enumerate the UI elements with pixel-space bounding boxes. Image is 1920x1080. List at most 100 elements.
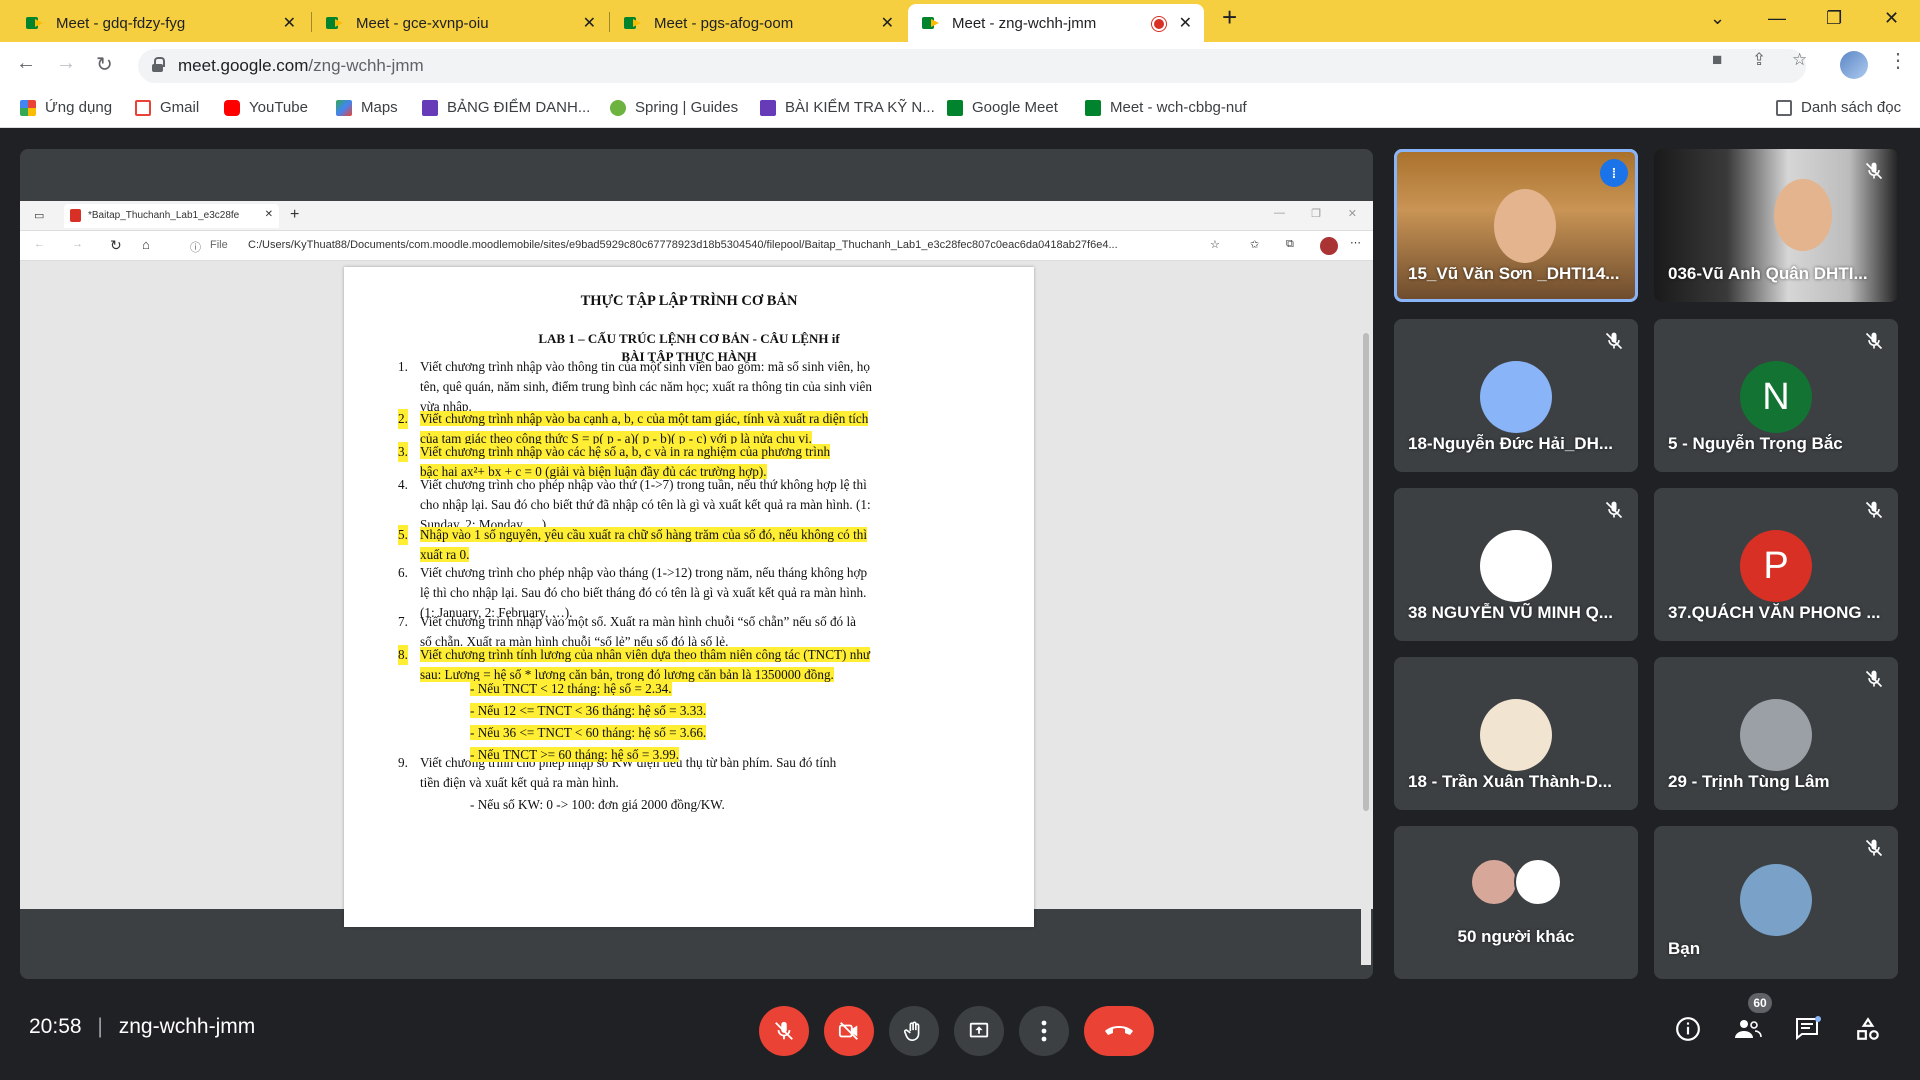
forms-icon xyxy=(422,99,438,116)
salary-rule: - Nếu TNCT < 12 tháng: hệ số = 2.34. xyxy=(470,681,672,696)
participant-name: 38 NGUYỄN VŨ MINH Q... xyxy=(1408,603,1613,622)
bookmark-star-icon[interactable]: ☆ xyxy=(1792,50,1807,70)
camera-in-use-icon[interactable]: ■ xyxy=(1712,50,1722,70)
profile-avatar[interactable] xyxy=(1840,51,1868,79)
bookmark-label: YouTube xyxy=(249,99,308,116)
participant-tile[interactable]: N 5 - Nguyễn Trọng Bắc xyxy=(1654,319,1898,472)
meet-icon xyxy=(947,99,963,116)
read-aloud-icon: ☆ xyxy=(1210,239,1220,251)
participant-tile[interactable]: 38 NGUYỄN VŨ MINH Q... xyxy=(1394,488,1638,641)
meeting-details-button[interactable] xyxy=(1673,1014,1703,1044)
bookmark-meet-wch[interactable]: Meet - wch-cbbg-nuf xyxy=(1085,99,1247,116)
exercise-number: 2. xyxy=(398,409,408,429)
shared-screen: ▭ *Baitap_Thuchanh_Lab1_e3c28fe ✕ + — ❐ … xyxy=(20,201,1373,965)
bookmark-label: Ứng dụng xyxy=(45,99,113,116)
back-icon: ← xyxy=(34,238,45,250)
microphone-off-button[interactable] xyxy=(759,1006,809,1056)
apps-icon xyxy=(20,99,36,116)
close-tab-icon[interactable]: ✕ xyxy=(1179,13,1192,33)
participant-tile[interactable]: 50 người khác xyxy=(1394,826,1638,979)
bookmark-forms-2[interactable]: BÀI KIỂM TRA KỸ N... xyxy=(760,99,935,116)
tab-search-icon[interactable]: ⌄ xyxy=(1710,8,1725,29)
participant-avatar: P xyxy=(1740,530,1812,602)
bookmark-google-meet[interactable]: Google Meet xyxy=(947,99,1058,116)
participant-avatar xyxy=(1514,858,1562,906)
participant-tile[interactable]: P 37.QUÁCH VĂN PHONG ... xyxy=(1654,488,1898,641)
file-label: File xyxy=(210,239,228,251)
exercise-line: Viết chương trình nhập vào thông tin của… xyxy=(420,359,870,374)
tab-bar: Meet - gdq-fdzy-fyg ✕ Meet - gce-xvnp-oi… xyxy=(0,0,1920,42)
browser-tab[interactable]: Meet - gce-xvnp-oiu ✕ xyxy=(312,4,608,42)
participant-avatar xyxy=(1470,858,1518,906)
participant-tile[interactable]: 036-Vũ Anh Quân DHTI... xyxy=(1654,149,1898,302)
exercise-number: 8. xyxy=(398,645,408,665)
participant-avatar xyxy=(1480,361,1552,433)
participant-name: 18 - Trần Xuân Thành-D... xyxy=(1408,772,1613,791)
salary-rule-row: - Nếu 12 <= TNCT < 36 tháng: hệ số = 3.3… xyxy=(470,701,707,721)
bookmark-label: Gmail xyxy=(160,99,200,116)
browser-menu-icon[interactable]: ⋮ xyxy=(1888,48,1908,73)
exercise-line: Nhập vào 1 số nguyên, yêu cầu xuất ra ch… xyxy=(420,527,867,542)
chat-button[interactable] xyxy=(1793,1014,1823,1044)
bookmark-forms-1[interactable]: BẢNG ĐIỂM DANH... xyxy=(422,99,590,116)
leave-call-button[interactable] xyxy=(1084,1006,1154,1056)
mic-off-icon xyxy=(1864,669,1884,689)
participant-name: 50 người khác xyxy=(1457,927,1575,946)
participant-tile[interactable]: Bạn xyxy=(1654,826,1898,979)
bookmark-maps[interactable]: Maps xyxy=(336,99,398,116)
tab-title: Meet - gdq-fdzy-fyg xyxy=(56,14,186,32)
people-icon xyxy=(1735,1020,1762,1038)
reload-icon[interactable]: ↻ xyxy=(96,52,113,77)
camera-off-button[interactable] xyxy=(824,1006,874,1056)
participant-avatar xyxy=(1740,699,1812,771)
back-icon[interactable]: ← xyxy=(16,52,36,75)
salary-rule-row: - Nếu TNCT < 12 tháng: hệ số = 2.34. xyxy=(470,679,672,699)
scroll-thumb[interactable] xyxy=(1363,333,1369,811)
participant-tile[interactable]: 18 - Trần Xuân Thành-D... xyxy=(1394,657,1638,810)
participant-name: 37.QUÁCH VĂN PHONG ... xyxy=(1668,603,1881,622)
bookmark-apps[interactable]: Ứng dụng xyxy=(20,99,112,116)
browser-tab-active[interactable]: Meet - zng-wchh-jmm ✕ xyxy=(908,4,1204,42)
reading-list[interactable]: Danh sách đọc xyxy=(1776,99,1901,116)
forward-icon[interactable]: → xyxy=(56,52,76,75)
info-icon: ⓘ xyxy=(190,242,201,254)
bookmark-spring[interactable]: Spring | Guides xyxy=(610,99,738,116)
participant-tile[interactable]: ⁞ 15_Vũ Văn Sơn _DHTI14... xyxy=(1394,149,1638,302)
forward-icon: → xyxy=(72,238,83,250)
close-tab-icon[interactable]: ✕ xyxy=(881,13,894,33)
salary-rule: - Nếu 36 <= TNCT < 60 tháng: hệ số = 3.6… xyxy=(470,725,707,740)
share-icon[interactable]: ⇪ xyxy=(1752,50,1766,70)
participant-tile[interactable]: 29 - Trịnh Tùng Lâm xyxy=(1654,657,1898,810)
close-window-icon[interactable]: ✕ xyxy=(1884,8,1899,29)
participants-button[interactable] xyxy=(1733,1014,1763,1044)
bookmark-youtube[interactable]: YouTube xyxy=(224,99,308,116)
new-tab-icon[interactable]: + xyxy=(1222,2,1237,33)
close-tab-icon[interactable]: ✕ xyxy=(283,13,296,33)
participant-avatar xyxy=(1480,530,1552,602)
maximize-icon[interactable]: ❐ xyxy=(1826,8,1842,29)
browser-tab[interactable]: Meet - pgs-afog-oom ✕ xyxy=(610,4,906,42)
close-window-icon: ✕ xyxy=(1347,208,1357,220)
browser-tab[interactable]: Meet - gdq-fdzy-fyg ✕ xyxy=(12,4,308,42)
exercise-number: 7. xyxy=(398,614,408,629)
meeting-separator: | xyxy=(97,1015,103,1038)
reading-list-label: Danh sách đọc xyxy=(1801,99,1902,116)
pdf-scrollbar[interactable] xyxy=(1361,325,1371,965)
participant-avatar xyxy=(1480,699,1552,771)
new-tab-icon: + xyxy=(290,206,300,223)
url-path: /zng-wchh-jmm xyxy=(308,56,424,75)
participant-tile[interactable]: 18-Nguyễn Đức Hải_DH... xyxy=(1394,319,1638,472)
close-tab-icon[interactable]: ✕ xyxy=(583,13,596,33)
participant-name: 5 - Nguyễn Trọng Bắc xyxy=(1668,434,1843,453)
bookmark-label: BẢNG ĐIỂM DANH... xyxy=(447,99,591,116)
address-bar[interactable]: meet.google.com/zng-wchh-jmm xyxy=(138,49,1806,83)
activities-button[interactable] xyxy=(1853,1014,1883,1044)
present-now-button[interactable] xyxy=(954,1006,1004,1056)
raise-hand-button[interactable] xyxy=(889,1006,939,1056)
pdf-page: THỰC TẬP LẬP TRÌNH CƠ BẢN LAB 1 – CẤU TR… xyxy=(344,267,1034,927)
mic-off-icon xyxy=(1604,331,1624,351)
collections-icon: ⧉ xyxy=(1286,238,1294,250)
minimize-icon[interactable]: — xyxy=(1768,8,1786,29)
bookmark-gmail[interactable]: Gmail xyxy=(135,99,199,116)
more-options-button[interactable] xyxy=(1019,1006,1069,1056)
